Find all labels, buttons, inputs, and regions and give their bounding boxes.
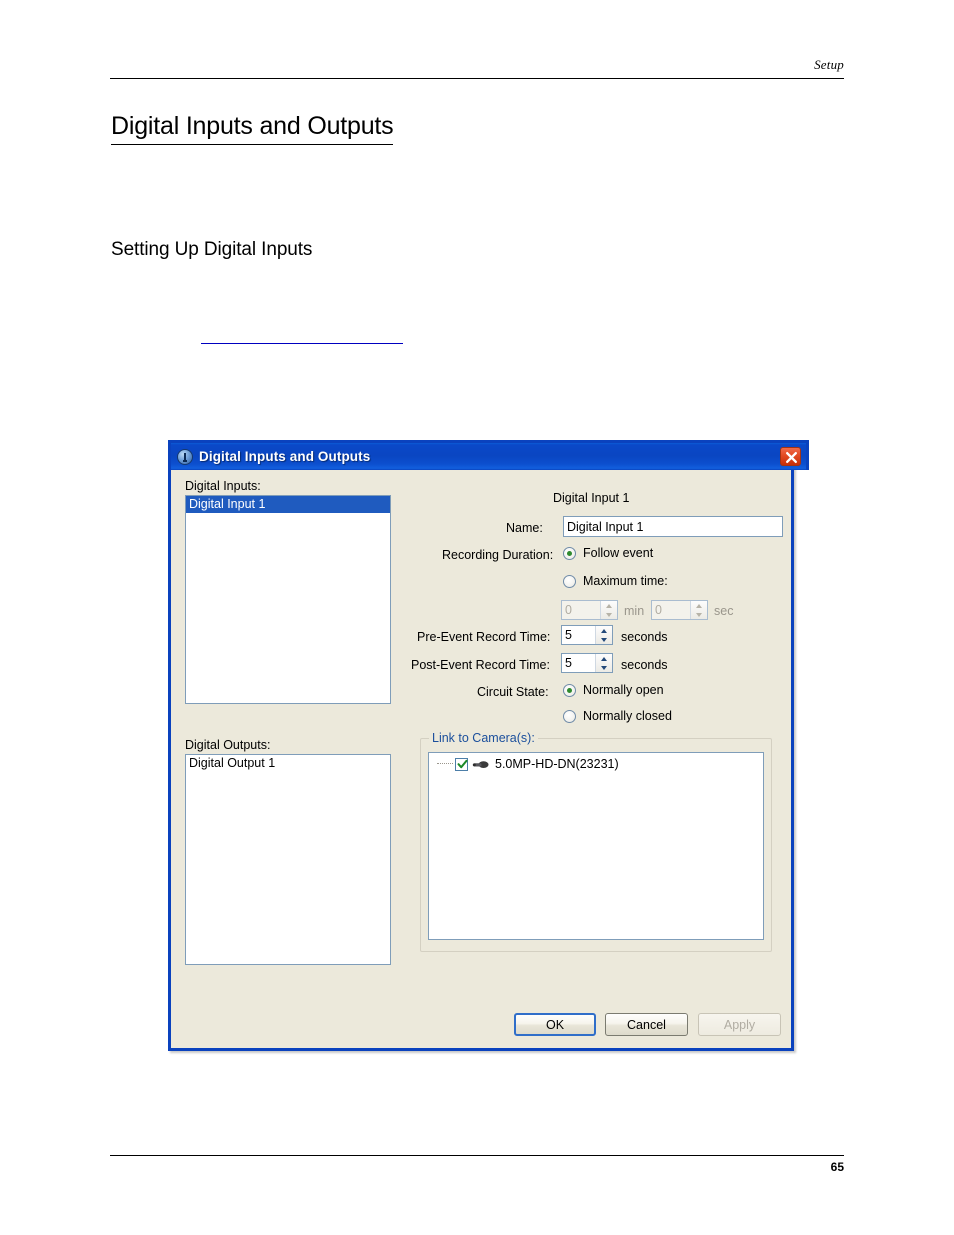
footer-divider [110,1155,844,1156]
tree-line-icon [437,763,453,765]
stepper-arrows[interactable] [595,626,612,644]
stepper-arrows[interactable] [595,654,612,672]
pre-event-value: 5 [565,628,572,642]
radio-label: Normally closed [583,709,672,723]
ok-button[interactable]: OK [514,1013,596,1036]
stepper-arrows[interactable] [690,601,707,619]
radio-indicator [563,709,576,723]
dialog-titlebar[interactable]: Digital Inputs and Outputs [168,440,809,470]
close-icon[interactable] [780,447,801,466]
digital-inputs-listbox[interactable]: Digital Input 1 [185,495,391,704]
info-circle-icon [177,448,193,465]
post-event-unit-label: seconds [621,658,668,672]
link-to-cameras-label: Link to Camera(s): [429,731,538,745]
header-divider [110,78,844,79]
radio-label: Normally open [583,683,664,697]
max-seconds-unit-label: sec [714,604,734,618]
section-heading: Setting Up Digital Inputs [111,239,313,260]
post-event-label: Post-Event Record Time: [411,658,550,672]
digital-inputs-label: Digital Inputs: [185,479,261,493]
dialog-title: Digital Inputs and Outputs [199,449,371,464]
digital-outputs-listbox[interactable]: Digital Output 1 [185,754,391,965]
list-item[interactable]: Digital Input 1 [186,496,390,513]
page-title: Digital Inputs and Outputs [111,112,394,145]
stepper-up-icon[interactable] [601,601,617,610]
camera-icon [472,759,489,770]
name-input[interactable] [563,516,783,537]
radio-indicator [563,546,576,560]
camera-tree-item-label: 5.0MP-HD-DN(23231) [495,757,619,771]
recording-duration-label: Recording Duration: [442,548,554,562]
stepper-down-icon[interactable] [691,610,707,619]
dialog-body: Digital Inputs: Digital Input 1 Digital … [171,470,791,1051]
max-minutes-unit-label: min [624,604,645,618]
radio-indicator [563,683,576,697]
stepper-up-icon[interactable] [596,626,612,635]
stepper-down-icon[interactable] [601,610,617,619]
circuit-state-label: Circuit State: [477,685,549,699]
radio-normally-closed[interactable]: Normally closed [563,709,672,723]
camera-tree-item[interactable]: 5.0MP-HD-DN(23231) [429,753,763,771]
digital-inputs-outputs-dialog: Digital Inputs and Outputs Digital Input… [168,440,809,1051]
pre-event-stepper[interactable]: 5 [561,625,613,645]
cancel-button[interactable]: Cancel [605,1013,688,1036]
post-event-value: 5 [565,656,572,670]
max-minutes-value: 0 [565,603,572,617]
radio-follow-event[interactable]: Follow event [563,546,653,560]
max-seconds-stepper[interactable]: 0 [651,600,708,620]
stepper-arrows[interactable] [600,601,617,619]
name-label: Name: [506,521,543,535]
max-seconds-value: 0 [655,603,662,617]
running-header: Setup [814,57,844,72]
pre-event-label: Pre-Event Record Time: [417,630,551,644]
post-event-stepper[interactable]: 5 [561,653,613,673]
stepper-down-icon[interactable] [596,663,612,672]
stepper-up-icon[interactable] [691,601,707,610]
checkbox-icon[interactable] [455,757,468,771]
max-minutes-stepper[interactable]: 0 [561,600,618,620]
pre-event-unit-label: seconds [621,630,668,644]
digital-outputs-label: Digital Outputs: [185,738,271,752]
detail-heading: Digital Input 1 [553,491,630,505]
radio-label: Follow event [583,546,654,560]
page-number: 65 [830,1160,844,1174]
radio-indicator [563,574,576,588]
stepper-down-icon[interactable] [596,635,612,644]
apply-button[interactable]: Apply [698,1013,781,1036]
stepper-up-icon[interactable] [596,654,612,663]
cross-reference-link[interactable] [201,330,403,344]
list-item[interactable]: Digital Output 1 [186,755,390,772]
radio-maximum-time[interactable]: Maximum time: [563,574,668,588]
radio-normally-open[interactable]: Normally open [563,683,664,697]
camera-tree[interactable]: 5.0MP-HD-DN(23231) [428,752,764,940]
radio-label: Maximum time: [583,574,668,588]
